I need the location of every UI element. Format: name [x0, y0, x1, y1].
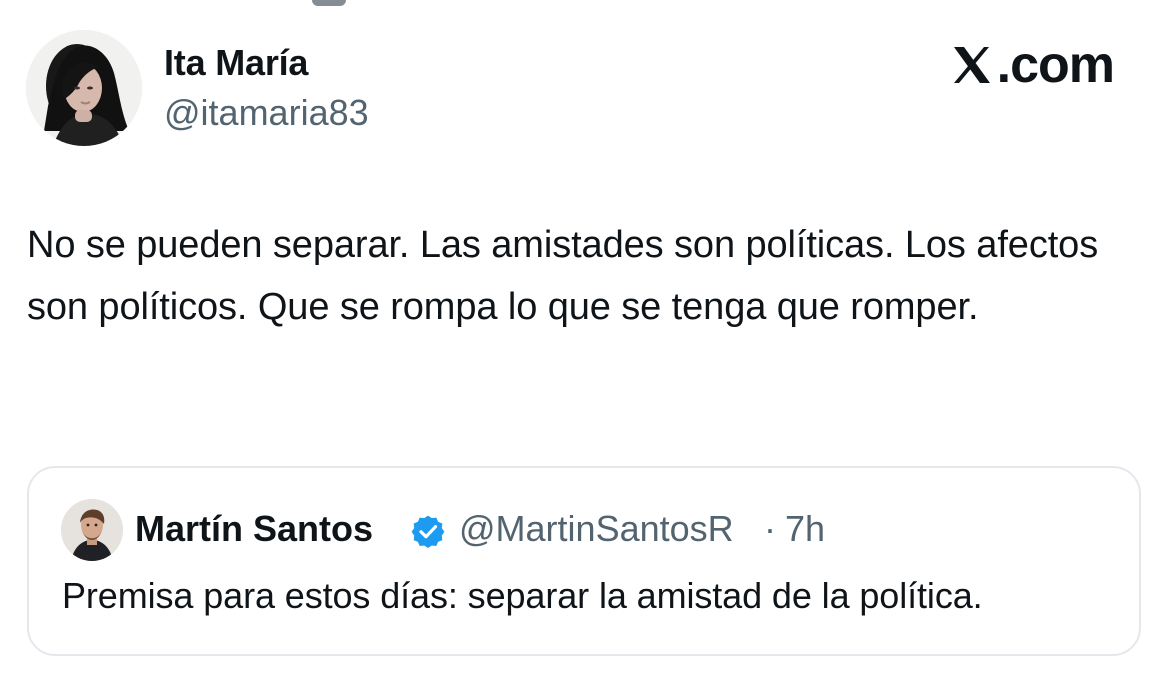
- quoted-author-avatar-photo: [61, 499, 123, 561]
- quoted-author-name[interactable]: Martín Santos: [135, 508, 373, 550]
- author-avatar[interactable]: [26, 30, 142, 146]
- quoted-tweet-card[interactable]: Martín Santos @MartinSantosR · 7h Premis…: [27, 466, 1141, 656]
- quoted-timestamp[interactable]: 7h: [785, 508, 825, 550]
- quoted-author-avatar[interactable]: [61, 499, 123, 561]
- x-logo-icon: [953, 47, 990, 83]
- tweet-text: No se pueden separar. Las amistades son …: [27, 224, 1099, 328]
- tweet-screenshot: Ita María @itamaria83 .com No se pueden …: [0, 0, 1170, 693]
- top-crop-fragment: [312, 0, 346, 6]
- site-brand: .com: [949, 36, 1115, 94]
- verified-badge-icon: [411, 515, 445, 548]
- quoted-meta-separator: ·: [764, 508, 776, 549]
- tweet-header: Ita María @itamaria83 .com: [26, 28, 1144, 150]
- brand-domain: .com: [996, 36, 1115, 94]
- author-name[interactable]: Ita María: [164, 42, 308, 84]
- quoted-tweet-text: Premisa para estos días: separar la amis…: [62, 575, 983, 616]
- author-avatar-photo: [26, 30, 142, 146]
- author-handle[interactable]: @itamaria83: [164, 92, 369, 134]
- quoted-author-handle[interactable]: @MartinSantosR: [459, 508, 734, 550]
